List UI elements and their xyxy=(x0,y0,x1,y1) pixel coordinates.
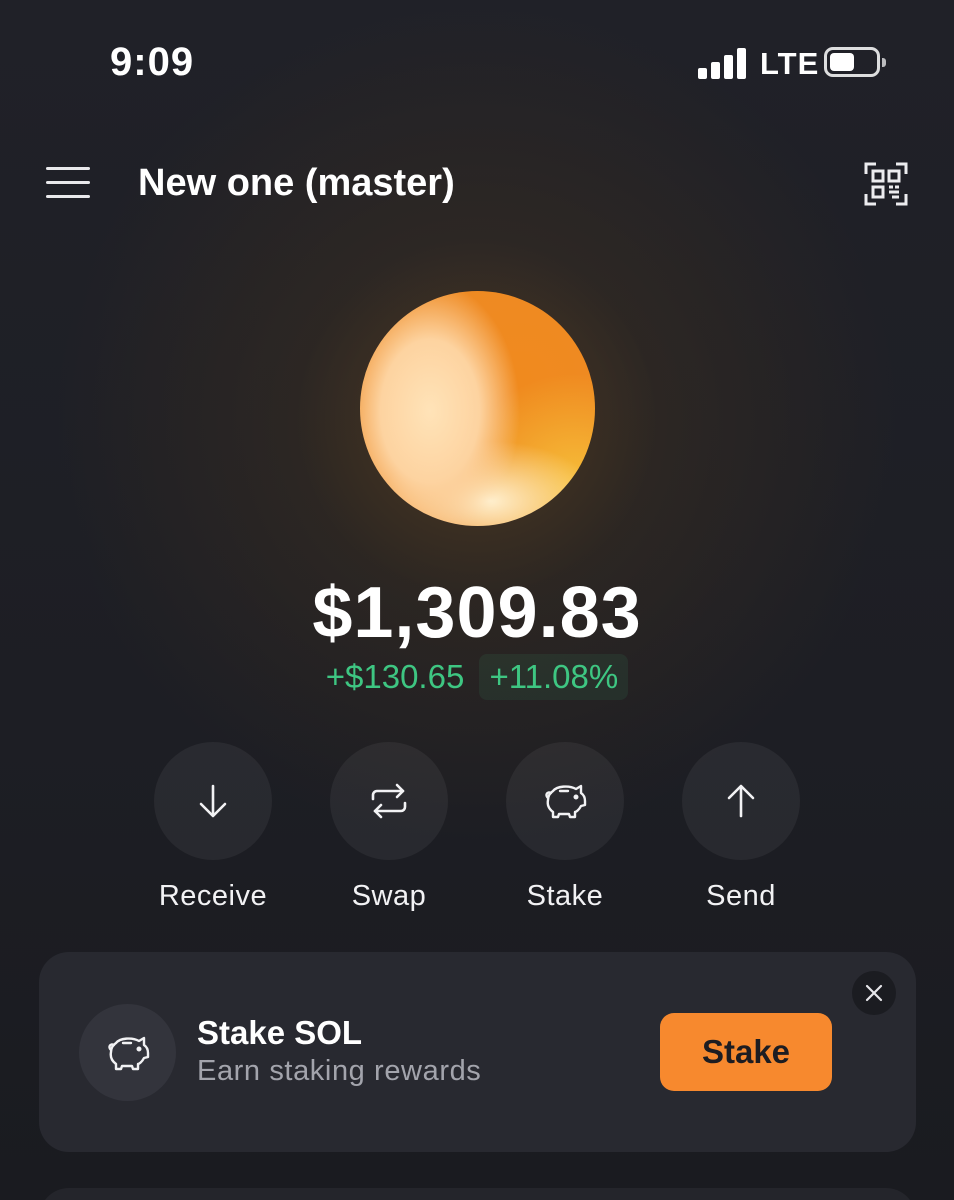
hamburger-menu-icon[interactable] xyxy=(46,163,92,203)
qr-scan-icon[interactable] xyxy=(862,160,910,208)
change-amount: +$130.65 xyxy=(325,658,465,695)
arrow-up-icon xyxy=(727,784,755,818)
send-button[interactable]: Send xyxy=(681,742,801,913)
close-icon xyxy=(865,984,883,1002)
piggy-bank-icon xyxy=(545,784,587,819)
send-label: Send xyxy=(706,880,776,912)
stake-card-title: Stake SOL xyxy=(197,1014,363,1051)
piggy-bank-icon xyxy=(107,1036,149,1070)
close-card-button[interactable] xyxy=(852,971,896,1015)
battery-icon xyxy=(824,47,886,77)
arrow-down-icon xyxy=(199,784,227,818)
receive-label: Receive xyxy=(158,880,268,912)
stake-label: Stake xyxy=(526,880,604,912)
wallet-home-screen: 9:09 LTE New one (master) $1,309.83 +$13… xyxy=(0,0,954,1200)
swap-button[interactable]: Swap xyxy=(329,742,449,913)
wallet-avatar[interactable] xyxy=(360,291,595,526)
status-time: 9:09 xyxy=(110,40,195,84)
next-card-peek xyxy=(39,1188,916,1200)
total-balance: $1,309.83 xyxy=(312,573,642,653)
wallet-name[interactable]: New one (master) xyxy=(138,162,455,205)
swap-label: Swap xyxy=(351,880,427,912)
stake-sol-card: Stake SOL Earn staking rewards Stake xyxy=(39,952,916,1152)
network-type: LTE xyxy=(760,46,820,81)
stake-card-icon xyxy=(79,1004,176,1101)
balance-change: +$130.65 +11.08% xyxy=(0,654,954,700)
stake-button[interactable]: Stake xyxy=(660,1013,832,1091)
stake-action-button[interactable]: Stake xyxy=(505,742,625,913)
stake-card-subtitle: Earn staking rewards xyxy=(197,1055,482,1087)
cellular-signal-icon xyxy=(698,47,748,79)
change-percent-badge: +11.08% xyxy=(479,654,629,700)
receive-button[interactable]: Receive xyxy=(153,742,273,913)
swap-arrows-icon xyxy=(371,783,407,819)
